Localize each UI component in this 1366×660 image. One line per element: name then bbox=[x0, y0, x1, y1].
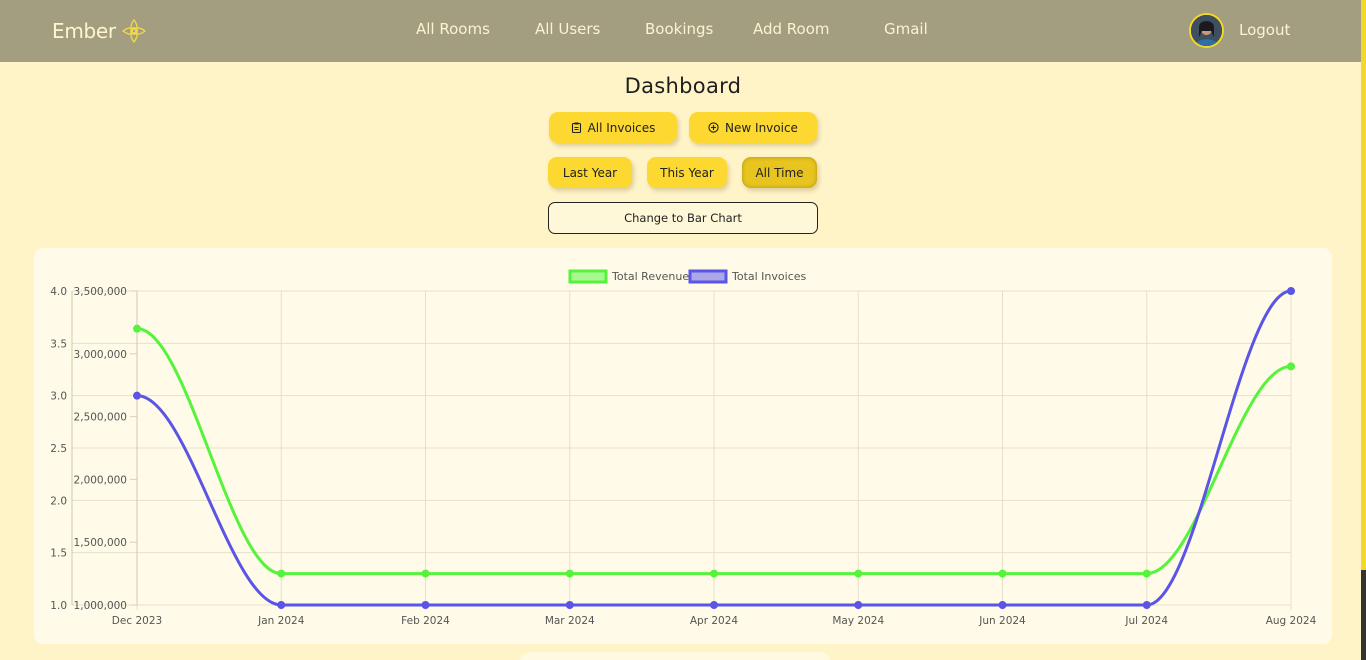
total-invoices-point bbox=[1287, 287, 1295, 295]
y-right-tick-label: 3,000,000 bbox=[74, 349, 127, 361]
total-revenue-point bbox=[1287, 362, 1295, 371]
filter-this-year-button[interactable]: This Year bbox=[647, 157, 727, 188]
x-tick-label: Mar 2024 bbox=[545, 615, 595, 627]
navbar: Ember All Rooms All Users Bookings Add R… bbox=[0, 0, 1361, 62]
y-left-tick-label: 2.0 bbox=[50, 495, 67, 507]
total-invoices-point bbox=[1142, 601, 1151, 609]
x-tick-label: Apr 2024 bbox=[690, 615, 739, 627]
chart-card: 1.0 1.5 2.0 2.5 3.0 3.5 4.0 1,000,000 1,500,000 2… bbox=[34, 248, 1332, 644]
total-invoices-legend-swatch bbox=[688, 269, 728, 284]
clipboard-icon bbox=[571, 122, 581, 133]
brand-logo[interactable]: Ember bbox=[52, 17, 148, 45]
total-revenue-point bbox=[1142, 569, 1151, 578]
nav-gmail[interactable]: Gmail bbox=[884, 20, 928, 38]
plus-circle-icon bbox=[708, 122, 719, 133]
new-invoice-label: New Invoice bbox=[725, 120, 798, 135]
y-right-tick-label: 3,500,000 bbox=[74, 286, 127, 298]
change-chart-type-button[interactable]: Change to Bar Chart bbox=[548, 202, 818, 234]
scrollbar-thumb[interactable] bbox=[1361, 570, 1366, 660]
total-revenue-point bbox=[998, 569, 1007, 578]
y-right-tick-label: 2,500,000 bbox=[74, 412, 127, 424]
x-tick-label: May 2024 bbox=[832, 615, 884, 627]
total-revenue-point bbox=[277, 569, 286, 578]
all-invoices-label: All Invoices bbox=[587, 120, 656, 135]
filter-last-year-label: Last Year bbox=[562, 165, 618, 180]
total-revenue-point bbox=[854, 569, 863, 578]
total-invoices-legend-label: Total Invoices bbox=[731, 270, 807, 283]
y-left-tick-label: 2.5 bbox=[50, 443, 67, 455]
nav-bookings[interactable]: Bookings bbox=[645, 20, 713, 38]
y-left-tick-label: 3.0 bbox=[50, 391, 67, 403]
x-tick-label: Jun 2024 bbox=[978, 615, 1026, 627]
brand-name: Ember bbox=[52, 19, 116, 43]
avatar[interactable] bbox=[1189, 13, 1224, 48]
y-left-tick-label: 4.0 bbox=[50, 286, 67, 298]
total-revenue-point bbox=[421, 569, 430, 578]
scrollbar-track[interactable] bbox=[1361, 0, 1366, 660]
filter-all-time-button[interactable]: All Time bbox=[742, 157, 817, 188]
total-invoices-point bbox=[565, 601, 574, 609]
nav-all-users[interactable]: All Users bbox=[535, 20, 600, 38]
x-tick-label: Jul 2024 bbox=[1124, 615, 1168, 627]
total-invoices-point bbox=[277, 601, 286, 609]
total-invoices-point bbox=[710, 601, 718, 609]
total-revenue-point bbox=[565, 569, 574, 578]
logout-link[interactable]: Logout bbox=[1239, 21, 1290, 39]
total-invoices-point bbox=[854, 601, 863, 609]
total-invoices-point bbox=[133, 391, 141, 400]
filter-this-year-label: This Year bbox=[660, 165, 714, 180]
total-revenue-legend-label: Total Revenue bbox=[611, 270, 689, 283]
filter-all-time-label: All Time bbox=[755, 165, 804, 180]
revenue-invoices-line-chart: 1.0 1.5 2.0 2.5 3.0 3.5 4.0 1,000,000 1,500,000 2… bbox=[50, 269, 1317, 627]
y-left-tick-label: 1.0 bbox=[50, 600, 67, 612]
x-tick-label: Jan 2024 bbox=[257, 615, 305, 627]
total-invoices-point bbox=[421, 601, 430, 609]
y-right-tick-label: 1,500,000 bbox=[74, 537, 127, 549]
avatar-image bbox=[1191, 15, 1222, 46]
total-invoices-point bbox=[998, 601, 1007, 609]
y-left-tick-label: 1.5 bbox=[50, 548, 67, 560]
new-invoice-button[interactable]: New Invoice bbox=[689, 112, 817, 143]
page-title: Dashboard bbox=[624, 74, 742, 98]
y-right-tick-label: 2,000,000 bbox=[74, 474, 127, 486]
x-tick-label: Aug 2024 bbox=[1266, 615, 1317, 627]
all-invoices-button[interactable]: All Invoices bbox=[549, 112, 677, 143]
nav-add-room[interactable]: Add Room bbox=[753, 20, 830, 38]
y-left-tick-label: 3.5 bbox=[50, 338, 67, 350]
y-right-tick-label: 1,000,000 bbox=[74, 600, 127, 612]
nav-all-rooms[interactable]: All Rooms bbox=[416, 20, 490, 38]
x-tick-label: Dec 2023 bbox=[112, 615, 162, 627]
total-revenue-point bbox=[133, 324, 141, 333]
x-tick-label: Feb 2024 bbox=[401, 615, 450, 627]
lotus-icon bbox=[121, 18, 146, 44]
next-section-card bbox=[520, 652, 830, 660]
total-revenue-point bbox=[710, 569, 718, 578]
total-revenue-legend-swatch bbox=[568, 269, 608, 284]
filter-last-year-button[interactable]: Last Year bbox=[548, 157, 632, 188]
